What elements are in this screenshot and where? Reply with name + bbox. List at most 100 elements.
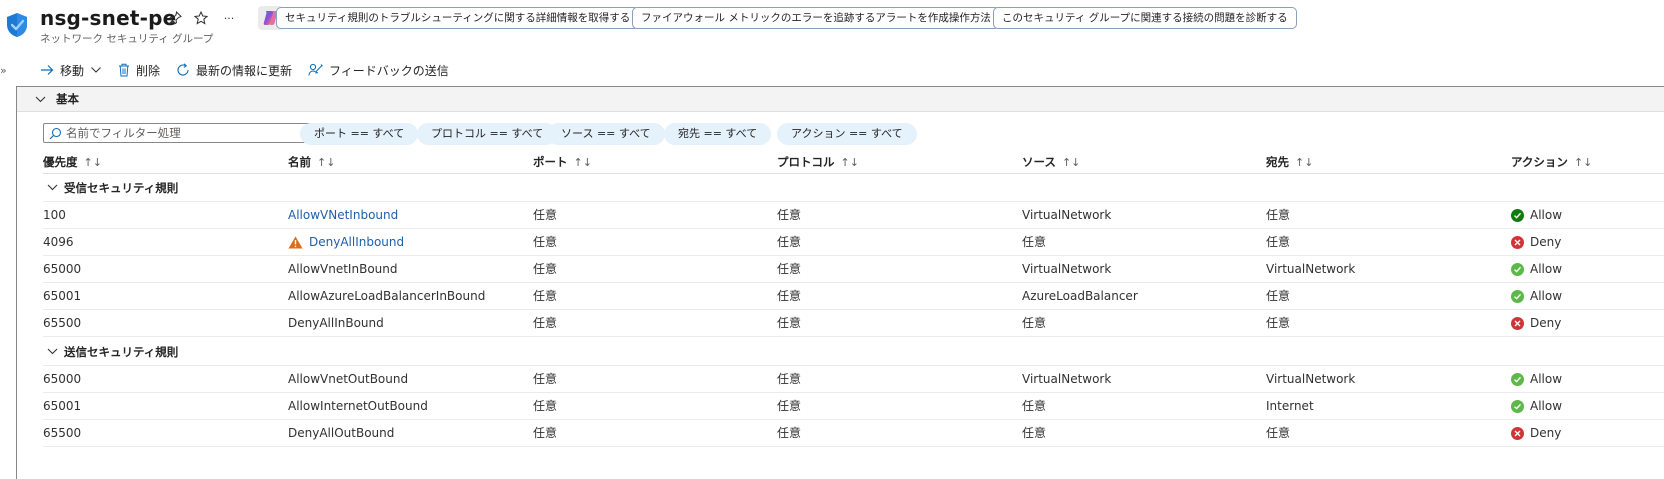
action-cell: Deny [1511, 229, 1561, 256]
essentials-section-toggle[interactable]: 基本 [17, 87, 1664, 112]
port-cell: 任意 [533, 372, 558, 386]
search-icon [49, 127, 62, 139]
check-circle-icon [1511, 400, 1524, 413]
protocol-cell: 任意 [777, 262, 802, 276]
destination-cell: VirtualNetwork [1266, 262, 1356, 276]
source-cell: 任意 [1022, 399, 1047, 413]
protocol-cell: 任意 [777, 235, 802, 249]
rule-name-link[interactable]: AllowVNetInbound [288, 202, 398, 229]
sort-icon: ↑↓ [573, 155, 592, 169]
priority-cell: 4096 [43, 235, 74, 249]
destination-cell: Internet [1266, 399, 1314, 413]
group-header-outbound[interactable]: 送信セキュリティ規則 [43, 338, 1664, 366]
shield-icon [5, 12, 29, 38]
protocol-cell: 任意 [777, 399, 802, 413]
warning-icon [288, 236, 303, 249]
command-bar: 移動 削除 最新の情報に更新 フィードバックの送信 [40, 60, 465, 80]
priority-cell: 65500 [43, 316, 82, 330]
protocol-cell: 任意 [777, 372, 802, 386]
priority-cell: 65001 [43, 399, 82, 413]
group-header-inbound[interactable]: 受信セキュリティ規則 [43, 174, 1664, 202]
filter-chip-destination[interactable]: 宛先 == すべて [664, 123, 772, 145]
chevron-down-icon [47, 184, 58, 191]
port-cell: 任意 [533, 399, 558, 413]
delete-button[interactable]: 削除 [118, 60, 160, 80]
move-label: 移動 [60, 63, 85, 78]
column-header-destination[interactable]: 宛先 ↑↓ [1266, 154, 1313, 170]
refresh-icon [177, 63, 189, 76]
priority-cell: 65000 [43, 262, 82, 276]
pin-icon[interactable] [166, 9, 184, 27]
action-cell: Allow [1511, 202, 1562, 229]
table-row[interactable]: 65000 AllowVnetOutBound 任意 任意 VirtualNet… [43, 366, 1664, 393]
trash-icon [119, 63, 130, 77]
column-header-priority[interactable]: 優先度 ↑↓ [43, 154, 102, 170]
port-cell: 任意 [533, 262, 558, 276]
suggestion-alert-button[interactable]: ファイアウォール メトリックのエラーを追跡するアラートを作成操作方法 [632, 7, 1000, 29]
filter-chip-protocol[interactable]: プロトコル == すべて [417, 123, 558, 145]
table-row[interactable]: 65500 DenyAllInBound 任意 任意 任意 任意 Deny [43, 310, 1664, 337]
rule-name-cell: DenyAllInBound [288, 316, 384, 330]
suggestion-troubleshoot-button[interactable]: セキュリティ規則のトラブルシューティングに関する詳細情報を取得する [276, 7, 640, 29]
destination-cell: 任意 [1266, 235, 1291, 249]
port-cell: 任意 [533, 235, 558, 249]
source-cell: 任意 [1022, 316, 1047, 330]
page-header: nsg-snet-pe ネットワーク セキュリティ グループ ··· セキュリテ… [0, 0, 1664, 50]
source-cell: 任意 [1022, 426, 1047, 440]
table-row[interactable]: 4096 DenyAllInbound 任意 任意 任意 任意 Deny [43, 229, 1664, 256]
column-header-protocol[interactable]: プロトコル ↑↓ [777, 154, 859, 170]
filter-chip-source[interactable]: ソース == すべて [547, 123, 665, 145]
port-cell: 任意 [533, 289, 558, 303]
check-circle-icon [1511, 263, 1524, 276]
action-cell: Deny [1511, 420, 1561, 447]
protocol-cell: 任意 [777, 426, 802, 440]
destination-cell: 任意 [1266, 208, 1291, 222]
name-filter[interactable] [43, 123, 315, 143]
filter-chip-action[interactable]: アクション == すべて [777, 123, 917, 145]
table-row[interactable]: 65500 DenyAllOutBound 任意 任意 任意 任意 Deny [43, 420, 1664, 447]
rule-name-link[interactable]: DenyAllInbound [288, 229, 404, 256]
sort-icon: ↑↓ [1573, 155, 1593, 169]
column-header-port[interactable]: ポート ↑↓ [533, 154, 592, 170]
destination-cell: 任意 [1266, 426, 1291, 440]
rule-name-cell: AllowInternetOutBound [288, 399, 428, 413]
sort-icon: ↑↓ [840, 155, 859, 169]
error-circle-icon [1511, 427, 1524, 440]
check-circle-icon [1511, 373, 1524, 386]
rules-panel: 基本 ポート == すべて プロトコル == すべて ソース == すべて 宛先… [16, 86, 1664, 479]
destination-cell: 任意 [1266, 316, 1291, 330]
name-filter-input[interactable] [66, 126, 306, 140]
table-row[interactable]: 100 AllowVNetInbound 任意 任意 VirtualNetwor… [43, 202, 1664, 229]
check-circle-icon [1511, 209, 1524, 222]
suggestion-diagnose-button[interactable]: このセキュリティ グループに関連する接続の問題を診断する [993, 7, 1297, 29]
table-row[interactable]: 65001 AllowAzureLoadBalancerInBound 任意 任… [43, 283, 1664, 310]
source-cell: VirtualNetwork [1022, 208, 1112, 222]
table-row[interactable]: 65000 AllowVnetInBound 任意 任意 VirtualNetw… [43, 256, 1664, 283]
port-cell: 任意 [533, 208, 558, 222]
section-label: 基本 [56, 92, 79, 106]
column-header-name[interactable]: 名前 ↑↓ [288, 154, 335, 170]
group-label: 送信セキュリティ規則 [64, 344, 179, 359]
port-cell: 任意 [533, 316, 558, 330]
arrow-right-icon [41, 65, 54, 75]
action-cell: Allow [1511, 366, 1562, 393]
source-cell: 任意 [1022, 235, 1047, 249]
refresh-button[interactable]: 最新の情報に更新 [176, 60, 292, 80]
feedback-button[interactable]: フィードバックの送信 [308, 60, 449, 80]
action-cell: Deny [1511, 310, 1561, 337]
table-row[interactable]: 65001 AllowInternetOutBound 任意 任意 任意 Int… [43, 393, 1664, 420]
filter-chip-port[interactable]: ポート == すべて [300, 123, 419, 145]
chevron-down-icon [35, 96, 46, 102]
group-label: 受信セキュリティ規則 [64, 180, 179, 195]
more-icon[interactable]: ··· [220, 9, 238, 27]
priority-cell: 65000 [43, 372, 82, 386]
expand-sidebar-icon[interactable]: » [0, 64, 7, 77]
star-icon[interactable] [192, 9, 210, 27]
port-cell: 任意 [533, 426, 558, 440]
rule-name-cell: AllowAzureLoadBalancerInBound [288, 289, 486, 303]
move-button[interactable]: 移動 [40, 60, 102, 80]
feedback-label: フィードバックの送信 [329, 63, 449, 78]
column-header-action[interactable]: アクション ↑↓ [1511, 154, 1592, 170]
rule-name-cell: AllowVnetOutBound [288, 372, 409, 386]
column-header-source[interactable]: ソース ↑↓ [1022, 154, 1080, 170]
